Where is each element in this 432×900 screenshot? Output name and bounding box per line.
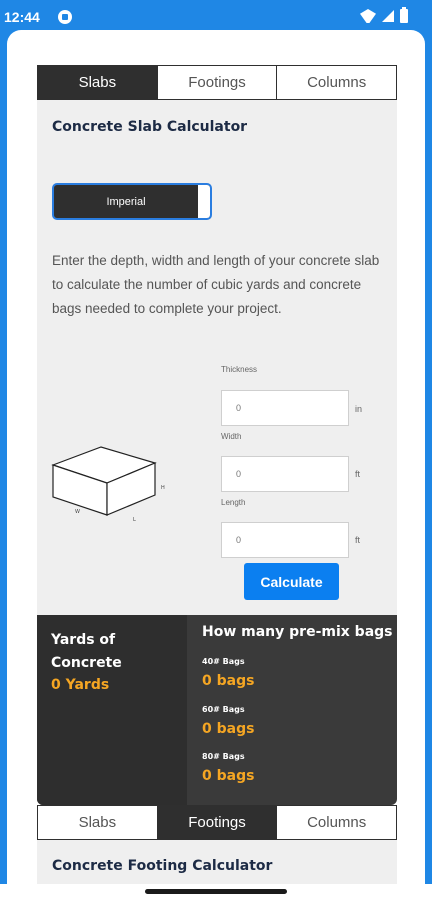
width-unit: ft (355, 469, 361, 479)
yards-value: 0 Yards (51, 677, 110, 693)
thickness-unit: in (355, 404, 363, 414)
bag-40-label: 40# Bags (202, 657, 245, 666)
unit-toggle-label: Imperial (106, 195, 146, 208)
footing-calculator-title: Concrete Footing Calculator (52, 858, 273, 874)
thickness-input[interactable]: 0 (221, 390, 349, 426)
calculator-title: Concrete Slab Calculator (52, 119, 248, 135)
bags-title: How many pre-mix bags (202, 624, 393, 640)
status-time: 12:44 (4, 9, 40, 25)
slab-calculator-card: Slabs Footings Columns Concrete Slab Cal… (37, 65, 397, 805)
bag-60-value: 0 bags (202, 721, 255, 737)
bag-80-label: 80# Bags (202, 752, 245, 761)
tab-slabs-2[interactable]: Slabs (38, 806, 158, 839)
thickness-label: Thickness (221, 365, 258, 374)
signal-icon (382, 10, 394, 22)
calculator-tabs-2: Slabs Footings Columns (37, 805, 397, 840)
toggle-knob (198, 185, 210, 218)
tab-columns-2[interactable]: Columns (277, 806, 396, 839)
results-panel: Yards of Concrete 0 Yards How many pre-m… (37, 615, 397, 805)
battery-icon (400, 7, 408, 23)
tab-columns[interactable]: Columns (277, 66, 396, 99)
status-icons (360, 7, 408, 23)
length-label: Length (221, 498, 246, 507)
width-label: Width (221, 432, 242, 441)
calculator-description: Enter the depth, width and length of you… (52, 253, 380, 316)
home-gesture-handle[interactable] (145, 889, 287, 894)
yards-panel: Yards of Concrete 0 Yards (37, 615, 187, 805)
wifi-icon (360, 9, 376, 23)
bag-60-label: 60# Bags (202, 705, 245, 714)
figure-height-label: H (161, 485, 165, 491)
figure-length-label: L (133, 517, 136, 523)
app-content[interactable]: Slabs Footings Columns Concrete Slab Cal… (7, 30, 425, 900)
slab-diagram-icon: H W L (51, 446, 165, 523)
tab-footings-2[interactable]: Footings (157, 806, 278, 839)
length-input[interactable]: 0 (221, 522, 349, 558)
tab-footings[interactable]: Footings (158, 66, 278, 99)
tab-slabs[interactable]: Slabs (38, 66, 158, 99)
width-input[interactable]: 0 (221, 456, 349, 492)
figure-width-label: W (75, 509, 80, 515)
calculate-button[interactable]: Calculate (244, 563, 339, 600)
yards-label: Yards of Concrete (51, 632, 122, 671)
bag-40-value: 0 bags (202, 673, 255, 689)
length-unit: ft (355, 535, 361, 545)
bag-80-value: 0 bags (202, 768, 255, 784)
unit-toggle[interactable]: Imperial (52, 183, 212, 220)
calculator-tabs: Slabs Footings Columns (37, 65, 397, 100)
navigation-bar (0, 884, 432, 900)
notification-icon (58, 10, 72, 24)
